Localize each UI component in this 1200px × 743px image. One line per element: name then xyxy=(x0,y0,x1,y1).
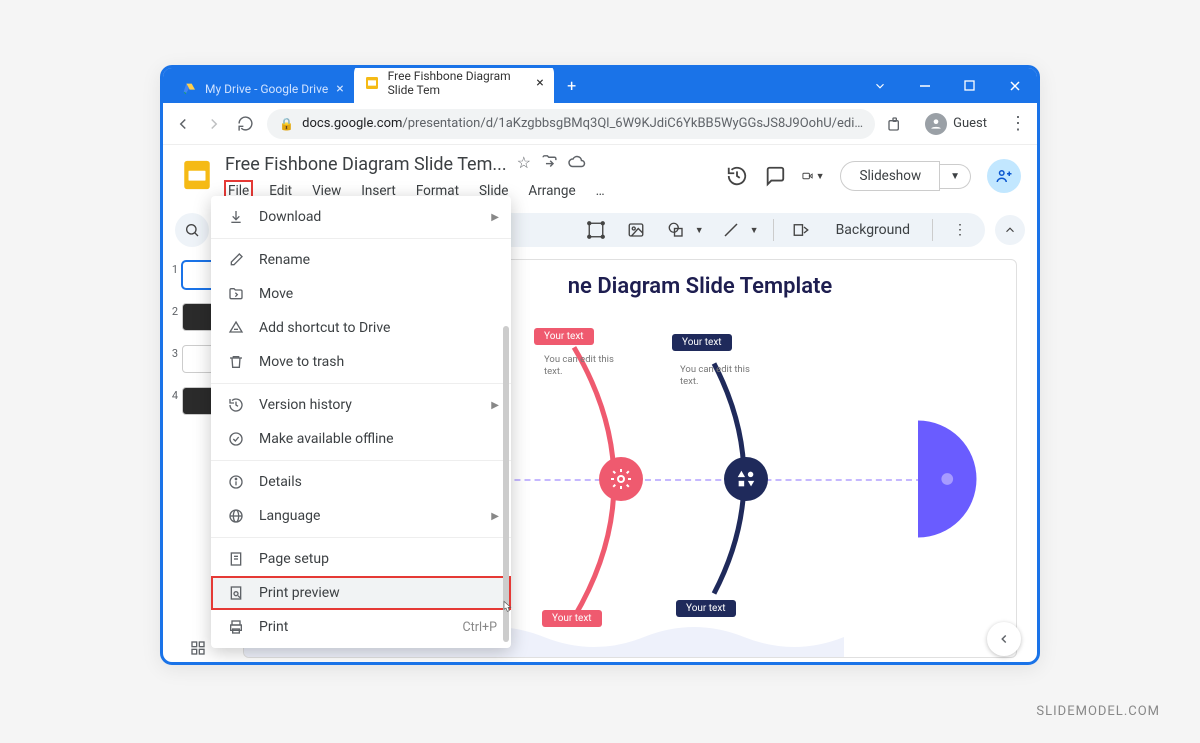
line-tool-icon[interactable] xyxy=(718,217,744,243)
submenu-arrow-icon: ▶ xyxy=(491,400,499,411)
maximize-button[interactable] xyxy=(947,68,992,103)
segment-text: You can edit this text. xyxy=(680,364,770,388)
collapse-panel-button[interactable] xyxy=(995,215,1025,245)
tab-title: Free Fishbone Diagram Slide Tem xyxy=(388,69,529,97)
profile-chip[interactable]: Guest xyxy=(915,109,997,139)
slideshow-button[interactable]: Slideshow xyxy=(840,161,940,191)
titlebar-more-icon[interactable] xyxy=(857,68,902,103)
tab-title: My Drive - Google Drive xyxy=(205,82,328,96)
browser-window: My Drive - Google Drive × Free Fishbone … xyxy=(160,65,1040,665)
page-setup-icon xyxy=(227,550,245,568)
browser-tab-slides[interactable]: Free Fishbone Diagram Slide Tem × xyxy=(354,65,554,103)
print-icon xyxy=(227,618,245,636)
menu-page-setup[interactable]: Page setup xyxy=(211,542,511,576)
new-tab-button[interactable]: + xyxy=(558,72,586,100)
globe-icon xyxy=(227,507,245,525)
image-tool-icon[interactable] xyxy=(623,217,649,243)
menu-details[interactable]: Details xyxy=(211,465,511,499)
menu-language[interactable]: Language ▶ xyxy=(211,499,511,533)
menu-separator xyxy=(211,537,511,538)
rename-icon xyxy=(227,251,245,269)
close-icon[interactable]: × xyxy=(536,75,543,91)
slides-favicon xyxy=(364,75,380,91)
shortcut-label: Ctrl+P xyxy=(463,620,497,635)
back-button[interactable] xyxy=(173,114,192,134)
slideshow-dropdown[interactable]: ▼ xyxy=(940,164,971,189)
toolbar-more-icon[interactable]: ⋮ xyxy=(947,217,973,243)
cloud-status-icon[interactable] xyxy=(568,153,586,175)
close-icon[interactable]: × xyxy=(336,81,343,97)
menu-separator xyxy=(211,460,511,461)
transition-icon[interactable] xyxy=(788,217,814,243)
menu-download[interactable]: Download ▶ xyxy=(211,200,511,234)
pill-label: Your text xyxy=(676,600,736,617)
forward-button[interactable] xyxy=(204,114,223,134)
explore-button[interactable] xyxy=(987,622,1021,656)
version-history-icon xyxy=(227,396,245,414)
offline-icon xyxy=(227,430,245,448)
trash-icon xyxy=(227,353,245,371)
share-button[interactable] xyxy=(987,159,1021,193)
dropdown-scrollbar[interactable] xyxy=(503,326,509,642)
menu-rename[interactable]: Rename xyxy=(211,243,511,277)
menu-offline[interactable]: Make available offline xyxy=(211,422,511,456)
titlebar: My Drive - Google Drive × Free Fishbone … xyxy=(163,68,1037,103)
background-button[interactable]: Background xyxy=(828,218,918,242)
node-shapes-icon xyxy=(724,457,768,501)
meet-icon[interactable]: ▼ xyxy=(802,165,824,187)
menu-arrange[interactable]: Arrange xyxy=(525,181,578,201)
drive-shortcut-icon xyxy=(227,319,245,337)
fish-head-icon xyxy=(918,419,996,539)
drive-favicon xyxy=(181,81,197,97)
address-bar: 🔒 docs.google.com/presentation/d/1aKzgbb… xyxy=(163,103,1037,145)
node-gear-icon xyxy=(599,457,643,501)
submenu-arrow-icon: ▶ xyxy=(491,511,499,522)
pill-label: Your text xyxy=(672,334,732,351)
move-icon[interactable] xyxy=(541,153,558,175)
watermark: SLIDEMODEL.COM xyxy=(1036,704,1160,719)
grid-view-icon[interactable] xyxy=(190,640,206,660)
url-text: docs.google.com/presentation/d/1aKzgbbsg… xyxy=(302,116,863,131)
profile-label: Guest xyxy=(953,116,987,131)
browser-tabs: My Drive - Google Drive × Free Fishbone … xyxy=(163,68,857,103)
extensions-icon[interactable] xyxy=(887,116,903,132)
menu-move[interactable]: Move xyxy=(211,277,511,311)
search-menus-button[interactable] xyxy=(175,213,209,247)
window-controls xyxy=(857,68,1037,103)
lock-icon: 🔒 xyxy=(279,117,294,131)
minimize-button[interactable] xyxy=(902,68,947,103)
submenu-arrow-icon: ▶ xyxy=(491,212,499,223)
history-icon[interactable] xyxy=(726,165,748,187)
url-field[interactable]: 🔒 docs.google.com/presentation/d/1aKzgbb… xyxy=(267,109,875,139)
textbox-tool-icon[interactable] xyxy=(583,217,609,243)
star-icon[interactable]: ☆ xyxy=(517,153,531,175)
file-menu-dropdown: Download ▶ Rename Move Add shortcut to D… xyxy=(211,196,511,648)
browser-tab-drive[interactable]: My Drive - Google Drive × xyxy=(171,75,354,103)
menu-separator xyxy=(211,238,511,239)
slides-logo-icon[interactable] xyxy=(179,157,215,193)
menu-more[interactable]: … xyxy=(593,181,608,201)
pill-label: Your text xyxy=(534,328,594,345)
download-icon xyxy=(227,208,245,226)
reload-button[interactable] xyxy=(236,114,255,134)
print-preview-icon xyxy=(227,584,245,602)
segment-text: You can edit this text. xyxy=(544,354,634,378)
folder-move-icon xyxy=(227,285,245,303)
info-icon xyxy=(227,473,245,491)
browser-menu-icon[interactable]: ⋮ xyxy=(1009,113,1027,134)
close-window-button[interactable] xyxy=(992,68,1037,103)
menu-version-history[interactable]: Version history ▶ xyxy=(211,388,511,422)
avatar-icon xyxy=(925,113,947,135)
comments-icon[interactable] xyxy=(764,165,786,187)
menu-print[interactable]: Print Ctrl+P xyxy=(211,610,511,644)
canvas-scrollbar[interactable] xyxy=(570,664,690,665)
menu-add-shortcut[interactable]: Add shortcut to Drive xyxy=(211,311,511,345)
document-title[interactable]: Free Fishbone Diagram Slide Tem... xyxy=(225,154,507,175)
menu-move-to-trash[interactable]: Move to trash xyxy=(211,345,511,379)
shape-tool-icon[interactable] xyxy=(663,217,689,243)
menu-separator xyxy=(211,383,511,384)
menu-print-preview[interactable]: Print preview xyxy=(211,576,511,610)
